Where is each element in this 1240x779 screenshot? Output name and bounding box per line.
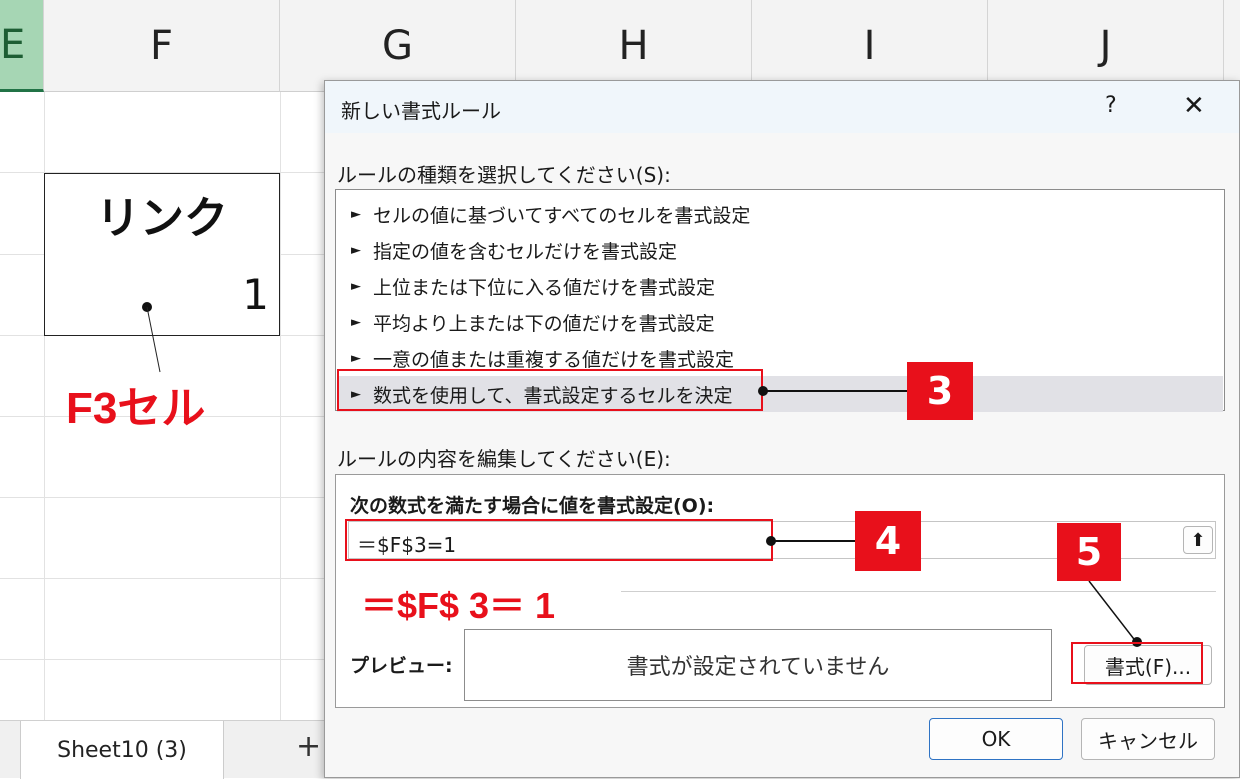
formula-label: 次の数式を満たす場合に値を書式設定(O): <box>350 495 715 517</box>
new-format-rule-dialog: 新しい書式ルール ? ✕ ルールの種類を選択してください(S): ► セルの値に基… <box>324 80 1240 778</box>
column-g-label: G <box>382 22 413 69</box>
cancel-button[interactable]: キャンセル <box>1081 718 1215 760</box>
triangle-right-icon: ► <box>351 278 361 294</box>
ok-button-label: OK <box>981 727 1011 751</box>
rule-item[interactable]: ► セルの値に基づいてすべてのセルを書式設定 <box>337 196 1223 232</box>
rule-type-label: ルールの種類を選択してください(S): <box>337 163 671 187</box>
column-h-label: H <box>618 22 649 69</box>
rule-item[interactable]: ► 指定の値を含むセルだけを書式設定 <box>337 232 1223 268</box>
highlight-rule-box <box>337 369 763 411</box>
callout-4-line <box>771 540 855 542</box>
callout-5: 5 <box>1057 523 1121 581</box>
column-header-i[interactable]: I <box>752 0 988 92</box>
column-header-h[interactable]: H <box>516 0 752 92</box>
cancel-button-label: キャンセル <box>1098 728 1198 753</box>
rule-item-label: 一意の値または重複する値だけを書式設定 <box>373 348 735 371</box>
ok-button[interactable]: OK <box>929 718 1063 760</box>
triangle-right-icon: ► <box>351 350 361 366</box>
rule-item-label: セルの値に基づいてすべてのセルを書式設定 <box>373 204 751 227</box>
help-icon[interactable]: ? <box>1105 93 1117 118</box>
rule-item-label: 上位または下位に入る値だけを書式設定 <box>373 276 716 299</box>
column-j-label: J <box>1099 22 1112 69</box>
sheet-tab-active[interactable]: Sheet10 (3) <box>20 721 224 779</box>
gridline-h6 <box>0 578 330 579</box>
annotation-f3-label: F3セル <box>66 384 206 433</box>
header-right-edge <box>1224 0 1240 92</box>
preview-text: 書式が設定されていません <box>626 655 890 680</box>
dialog-titlebar: 新しい書式ルール ? ✕ <box>325 81 1239 133</box>
dialog-title: 新しい書式ルール <box>341 99 501 123</box>
highlight-format-button <box>1071 642 1203 684</box>
triangle-right-icon: ► <box>351 314 361 330</box>
formula-annotation: ＝$F$ 3＝ 1 <box>361 585 556 626</box>
collapse-dialog-button[interactable]: ⬆ <box>1183 526 1213 554</box>
column-header-j[interactable]: J <box>988 0 1224 92</box>
add-sheet-button[interactable]: + <box>296 729 321 764</box>
callout-3-line <box>763 390 907 392</box>
callout-4: 4 <box>855 511 921 571</box>
rule-item-label: 平均より上または下の値だけを書式設定 <box>373 312 715 335</box>
callout-3: 3 <box>907 362 973 420</box>
preview-box: 書式が設定されていません <box>464 629 1052 701</box>
preview-label: プレビュー: <box>350 655 453 677</box>
rule-item-label: 指定の値を含むセルだけを書式設定 <box>373 240 678 263</box>
triangle-right-icon: ► <box>351 206 361 222</box>
sheet-tab-label: Sheet10 (3) <box>57 737 187 763</box>
column-i-label: I <box>863 22 876 69</box>
rule-item[interactable]: ► 平均より上または下の値だけを書式設定 <box>337 304 1223 340</box>
edit-rule-label: ルールの内容を編集してください(E): <box>337 447 671 471</box>
upload-arrow-icon: ⬆ <box>1190 529 1206 551</box>
close-icon[interactable]: ✕ <box>1183 91 1205 121</box>
gridline-h5 <box>0 497 330 498</box>
rule-item[interactable]: ► 上位または下位に入る値だけを書式設定 <box>337 268 1223 304</box>
gridline-h7 <box>0 659 330 660</box>
cell-pointer-line <box>146 306 161 373</box>
sheet-tab-bar: Sheet10 (3) + <box>0 720 330 779</box>
highlight-formula-box <box>345 519 773 561</box>
triangle-right-icon: ► <box>351 242 361 258</box>
